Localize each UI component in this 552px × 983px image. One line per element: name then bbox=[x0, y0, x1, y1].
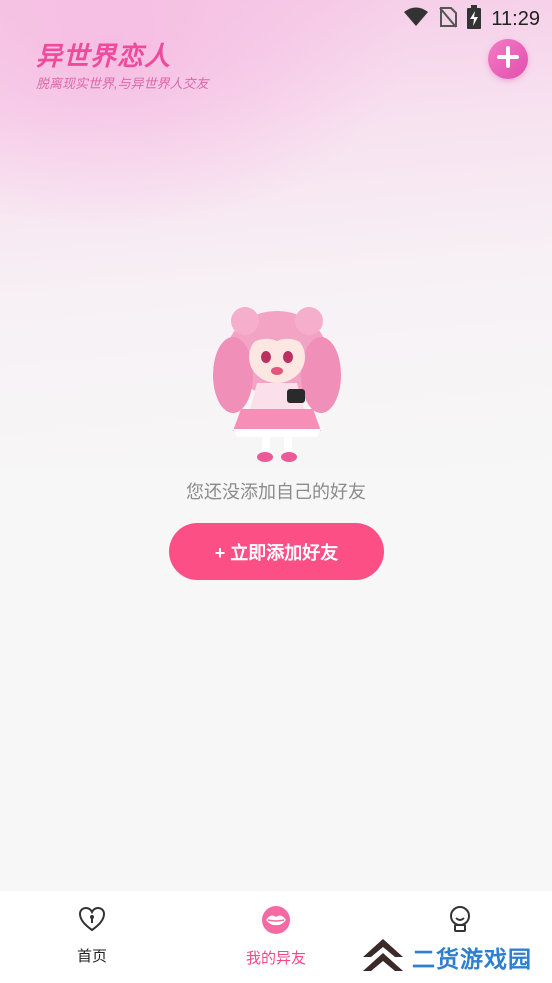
battery-charging-icon bbox=[467, 5, 482, 33]
tab-home[interactable]: 首页 bbox=[0, 891, 184, 983]
status-time: 11:29 bbox=[491, 7, 540, 30]
heart-lock-icon bbox=[78, 905, 106, 937]
double-chevron-up-icon bbox=[360, 935, 406, 979]
wifi-icon bbox=[403, 7, 429, 31]
lightbulb-icon bbox=[447, 905, 473, 939]
lips-icon bbox=[261, 905, 291, 939]
mascot-illustration bbox=[205, 305, 350, 465]
plus-icon bbox=[496, 45, 520, 73]
add-button[interactable] bbox=[488, 39, 528, 79]
watermark-text: 二货游戏园 bbox=[412, 946, 532, 972]
app-subtitle: 脱离现实世界,与异世界人交友 bbox=[36, 76, 209, 91]
app-title: 异世界恋人 bbox=[36, 41, 172, 71]
tab-my-friends-label: 我的异友 bbox=[245, 950, 306, 967]
empty-message: 您还没添加自己的好友 bbox=[186, 482, 366, 502]
no-sim-icon bbox=[439, 6, 458, 32]
tab-my-friends[interactable]: 我的异友 bbox=[184, 891, 368, 983]
status-bar: 11:29 bbox=[0, 0, 552, 38]
tab-home-label: 首页 bbox=[76, 948, 107, 965]
watermark: 二货游戏园 bbox=[360, 936, 532, 978]
add-friend-button[interactable]: + 立即添加好友 bbox=[169, 523, 384, 580]
